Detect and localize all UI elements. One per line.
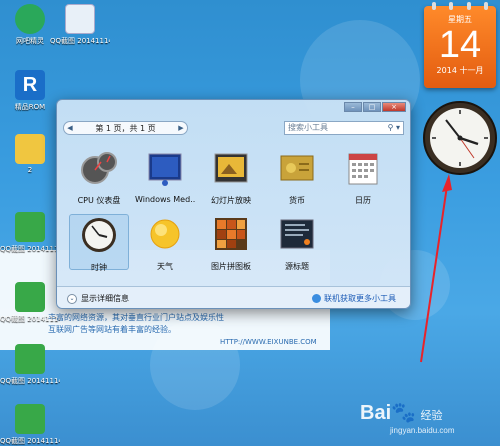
weather-icon <box>150 219 180 249</box>
desktop-icon-label: QQ截图 20141114... <box>0 315 60 323</box>
feed-headlines-icon <box>280 219 314 249</box>
maximize-button[interactable]: □ <box>363 102 381 112</box>
desktop-icon-qq-screenshot[interactable]: QQ截图 20141114... <box>0 404 60 446</box>
desktop-icon-label: 2 <box>27 166 33 174</box>
chevron-down-icon: ⌄ <box>67 293 77 304</box>
gadget-label: CPU 仪表盘 <box>77 196 121 205</box>
gadget-item-feed[interactable]: 源标题 <box>267 214 327 272</box>
desktop-icon-qq-screenshot[interactable]: QQ截图 20141114... <box>50 4 110 46</box>
gadget-label: 货币 <box>289 196 305 205</box>
image-file-icon <box>15 282 45 312</box>
gadget-label: 天气 <box>157 262 173 271</box>
calendar-icon <box>348 153 378 185</box>
gadget-label: 源标题 <box>285 262 309 271</box>
page-navigator: ◀ 第 1 页，共 1 页 ▶ <box>63 121 188 135</box>
prev-page-icon[interactable]: ◀ <box>64 124 76 132</box>
gadget-item-cpu[interactable]: CPU 仪表盘 <box>69 148 129 206</box>
get-more-gadgets-link[interactable]: 联机获取更多小工具 <box>312 293 396 304</box>
wangba-app-icon <box>15 4 45 34</box>
website-text-line2: 互联网广告等网站有着丰富的经验。 <box>48 325 176 334</box>
desktop-icon-label: QQ截图 20141114... <box>0 245 60 253</box>
show-details-toggle[interactable]: ⌄ 显示详细信息 <box>67 293 129 304</box>
show-details-label: 显示详细信息 <box>81 294 129 303</box>
gadget-window-footer: ⌄ 显示详细信息 联机获取更多小工具 <box>57 286 410 308</box>
image-file-icon <box>15 344 45 374</box>
gadget-label: 幻灯片放映 <box>211 196 251 205</box>
globe-icon <box>312 294 321 303</box>
rom-app-icon: R <box>15 70 45 100</box>
gadget-label: Windows Med... <box>135 195 195 204</box>
gadget-item-calendar[interactable]: 日历 <box>333 148 393 206</box>
website-text-line1: 丰富的网络资源，其对垂直行业门户站点及娱乐性 <box>48 313 224 322</box>
gadget-gallery-window[interactable]: – □ × ◀ 第 1 页，共 1 页 ▶ 搜索小工具 ⚲ ▾ CPU 仪表盘 … <box>56 99 411 309</box>
desktop-icon-label: QQ截图 20141114... <box>0 377 60 385</box>
gadget-label: 时钟 <box>91 263 107 272</box>
desktop-icon-qq-screenshot[interactable]: QQ截图 20141114... <box>0 212 60 254</box>
website-url: HTTP://WWW.EIXUNBE.COM <box>220 338 317 346</box>
cpu-meter-icon <box>81 152 117 184</box>
currency-icon <box>280 155 314 181</box>
calendar-gadget[interactable]: 星期五 14 2014 十一月 <box>424 2 496 88</box>
minimize-button[interactable]: – <box>344 102 362 112</box>
desktop-icon-label: QQ截图 20141114... <box>50 37 110 45</box>
desktop-icon-qq-screenshot[interactable]: QQ截图 20141114... <box>0 282 60 324</box>
calendar-day: 14 <box>438 24 482 66</box>
search-gadgets-input[interactable]: 搜索小工具 ⚲ ▾ <box>284 121 404 135</box>
desktop-icon-rom[interactable]: R 精品ROM <box>0 70 60 112</box>
gadget-item-weather[interactable]: 天气 <box>135 214 195 272</box>
search-icon[interactable]: ⚲ ▾ <box>388 122 400 134</box>
next-page-icon[interactable]: ▶ <box>175 124 187 132</box>
jingyan-label: 经验 <box>420 410 443 422</box>
clock-gadget[interactable] <box>422 100 498 176</box>
desktop-icon-label: 精品ROM <box>14 103 46 111</box>
search-placeholder: 搜索小工具 <box>288 123 328 132</box>
desktop-icon-qq-screenshot[interactable]: QQ截图 20141114... <box>0 344 60 386</box>
close-button[interactable]: × <box>382 102 406 112</box>
get-more-gadgets-label: 联机获取更多小工具 <box>324 294 396 303</box>
desktop-icon-folder[interactable]: 2 <box>0 134 60 174</box>
image-file-icon <box>15 404 45 434</box>
window-controls: – □ × <box>343 102 406 112</box>
image-file-icon <box>65 4 95 34</box>
baidu-logo: Bai <box>360 402 392 424</box>
desktop-icon-label: QQ截图 20141114... <box>0 437 60 445</box>
page-indicator: 第 1 页，共 1 页 <box>95 123 156 133</box>
gadget-item-media[interactable]: Windows Med... <box>135 148 195 204</box>
calendar-year-month: 2014 十一月 <box>436 66 484 75</box>
image-file-icon <box>15 212 45 242</box>
picture-puzzle-icon <box>215 218 247 250</box>
baidu-jingyan-watermark: Bai🐾 经验 jingyan.baidu.com <box>360 400 454 435</box>
calendar-rings <box>432 2 488 10</box>
gadget-item-currency[interactable]: 货币 <box>267 148 327 206</box>
media-center-icon <box>148 153 182 186</box>
gadget-item-puzzle[interactable]: 图片拼图板 <box>201 214 261 272</box>
watermark-site: jingyan.baidu.com <box>390 426 455 435</box>
gadget-label: 日历 <box>355 196 371 205</box>
slideshow-icon <box>214 153 248 183</box>
gadget-item-clock[interactable]: 时钟 <box>69 214 129 272</box>
paw-icon: 🐾 <box>391 402 417 424</box>
clock-icon <box>82 218 116 252</box>
folder-icon <box>15 134 45 164</box>
gadget-label: 图片拼图板 <box>211 262 251 271</box>
gadget-item-slideshow[interactable]: 幻灯片放映 <box>201 148 261 206</box>
